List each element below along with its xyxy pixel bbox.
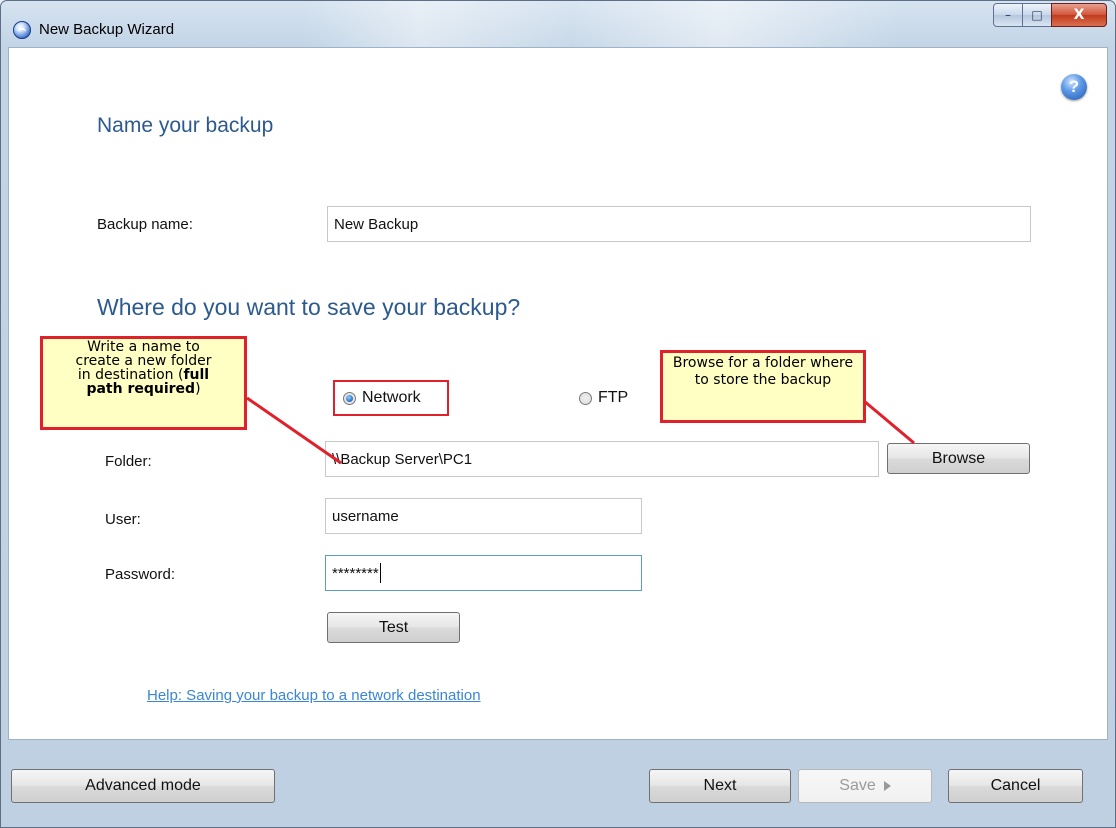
password-input[interactable]: ******** (325, 555, 642, 591)
save-button[interactable]: Save (798, 769, 932, 803)
app-icon (13, 21, 31, 39)
folder-callout-line2: create a new folder (75, 353, 212, 369)
folder-input[interactable]: \\Backup Server\PC1 (325, 441, 879, 477)
caption-buttons: – □ X (993, 3, 1107, 37)
minimize-button[interactable]: – (993, 3, 1023, 27)
browse-callout-pointer (863, 399, 915, 445)
folder-callout-line1: Write a name to (87, 339, 200, 355)
ftp-radio-label: FTP (598, 389, 629, 406)
title-bar-glass (301, 1, 901, 47)
test-button[interactable]: Test (327, 612, 460, 643)
advanced-mode-button[interactable]: Advanced mode (11, 769, 275, 803)
window-title: New Backup Wizard (39, 21, 175, 38)
folder-callout-line4: path required) (46, 382, 241, 396)
wizard-content: ? Name your backup Backup name: New Back… (8, 47, 1108, 740)
browse-button[interactable]: Browse (887, 443, 1030, 474)
play-arrow-icon (883, 781, 891, 791)
ftp-radio[interactable]: FTP (579, 389, 628, 407)
maximize-button[interactable]: □ (1022, 3, 1052, 27)
folder-callout: Write a name to create a new folder in d… (40, 336, 247, 430)
password-label: Password: (105, 566, 176, 583)
next-button[interactable]: Next (649, 769, 791, 803)
user-label: User: (105, 511, 141, 528)
password-value: ******** (332, 564, 379, 582)
help-network-link[interactable]: Help: Saving your backup to a network de… (147, 687, 481, 704)
name-backup-heading: Name your backup (97, 114, 274, 137)
save-button-label: Save (839, 777, 876, 794)
network-highlight-box (333, 380, 449, 416)
text-caret (379, 563, 381, 583)
close-button[interactable]: X (1051, 3, 1107, 27)
save-location-heading: Where do you want to save your backup? (97, 294, 521, 320)
help-icon[interactable]: ? (1061, 74, 1087, 100)
user-input[interactable]: username (325, 498, 642, 534)
cancel-button[interactable]: Cancel (948, 769, 1083, 803)
title-bar[interactable]: New Backup Wizard – □ X (1, 1, 1115, 47)
wizard-window: New Backup Wizard – □ X ? Name your back… (0, 0, 1116, 828)
browse-callout: Browse for a folder where to store the b… (660, 350, 866, 423)
folder-callout-line4-bold: path required (86, 381, 196, 397)
ftp-radio-dot[interactable] (579, 391, 592, 405)
folder-callout-line3: in destination (full (46, 368, 241, 382)
folder-label: Folder: (105, 453, 152, 470)
folder-callout-line4-text: ) (195, 381, 201, 397)
backup-name-input[interactable]: New Backup (327, 206, 1031, 242)
backup-name-label: Backup name: (97, 216, 193, 233)
